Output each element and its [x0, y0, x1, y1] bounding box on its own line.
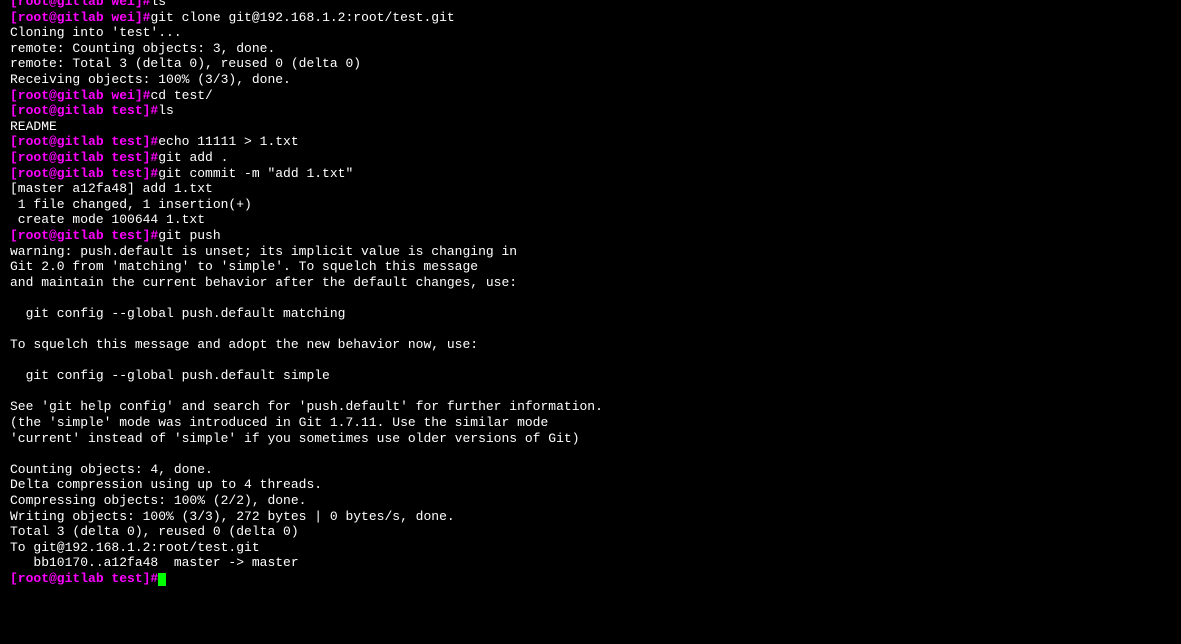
terminal-line: (the 'simple' mode was introduced in Git… — [10, 415, 1171, 431]
terminal-line: See 'git help config' and search for 'pu… — [10, 399, 1171, 415]
terminal-line: [master a12fa48] add 1.txt — [10, 181, 1171, 197]
output-text: remote: Total 3 (delta 0), reused 0 (del… — [10, 56, 361, 71]
cursor-icon — [158, 573, 166, 586]
terminal-line: 'current' instead of 'simple' if you som… — [10, 431, 1171, 447]
terminal-line: remote: Total 3 (delta 0), reused 0 (del… — [10, 56, 1171, 72]
terminal-line: and maintain the current behavior after … — [10, 275, 1171, 291]
terminal-line: 1 file changed, 1 insertion(+) — [10, 197, 1171, 213]
shell-prompt: [root@gitlab test]# — [10, 228, 158, 243]
command-text: ls — [158, 103, 174, 118]
command-text: git commit -m "add 1.txt" — [158, 166, 353, 181]
output-text: and maintain the current behavior after … — [10, 275, 517, 290]
command-text: cd test/ — [150, 88, 212, 103]
command-text: git clone git@192.168.1.2:root/test.git — [150, 10, 454, 25]
output-text: README — [10, 119, 57, 134]
shell-prompt: [root@gitlab wei]# — [10, 10, 150, 25]
terminal-line — [10, 321, 1171, 337]
terminal-line — [10, 384, 1171, 400]
terminal-line — [10, 290, 1171, 306]
output-text: warning: push.default is unset; its impl… — [10, 244, 517, 259]
terminal-output[interactable]: [root@gitlab wei]#ls[root@gitlab wei]#gi… — [10, 0, 1171, 587]
terminal-line: [root@gitlab test]#echo 11111 > 1.txt — [10, 134, 1171, 150]
output-text: remote: Counting objects: 3, done. — [10, 41, 275, 56]
output-text: See 'git help config' and search for 'pu… — [10, 399, 603, 414]
command-text: git add . — [158, 150, 228, 165]
shell-prompt: [root@gitlab test]# — [10, 166, 158, 181]
output-text: bb10170..a12fa48 master -> master — [10, 555, 299, 570]
output-text: 'current' instead of 'simple' if you som… — [10, 431, 580, 446]
terminal-line: README — [10, 119, 1171, 135]
output-text: create mode 100644 1.txt — [10, 212, 205, 227]
terminal-line: warning: push.default is unset; its impl… — [10, 244, 1171, 260]
terminal-line: git config --global push.default simple — [10, 368, 1171, 384]
terminal-line: Compressing objects: 100% (2/2), done. — [10, 493, 1171, 509]
output-text: 1 file changed, 1 insertion(+) — [10, 197, 252, 212]
output-text: Cloning into 'test'... — [10, 25, 182, 40]
shell-prompt: [root@gitlab wei]# — [10, 0, 150, 9]
output-text: To git@192.168.1.2:root/test.git — [10, 540, 260, 555]
terminal-line: create mode 100644 1.txt — [10, 212, 1171, 228]
terminal-line: [root@gitlab test]#git commit -m "add 1.… — [10, 166, 1171, 182]
shell-prompt: [root@gitlab test]# — [10, 571, 158, 586]
output-text: Delta compression using up to 4 threads. — [10, 477, 322, 492]
terminal-line: Writing objects: 100% (3/3), 272 bytes |… — [10, 509, 1171, 525]
terminal-line: To squelch this message and adopt the ne… — [10, 337, 1171, 353]
terminal-line: Total 3 (delta 0), reused 0 (delta 0) — [10, 524, 1171, 540]
output-text: Writing objects: 100% (3/3), 272 bytes |… — [10, 509, 455, 524]
terminal-line: [root@gitlab test]#ls — [10, 103, 1171, 119]
output-text: Counting objects: 4, done. — [10, 462, 213, 477]
terminal-line: [root@gitlab wei]#ls — [10, 0, 1171, 10]
output-text: Compressing objects: 100% (2/2), done. — [10, 493, 306, 508]
terminal-line: bb10170..a12fa48 master -> master — [10, 555, 1171, 571]
terminal-line: [root@gitlab test]# — [10, 571, 1171, 587]
terminal-line: git config --global push.default matchin… — [10, 306, 1171, 322]
output-text: Receiving objects: 100% (3/3), done. — [10, 72, 291, 87]
output-text: Git 2.0 from 'matching' to 'simple'. To … — [10, 259, 478, 274]
terminal-line: [root@gitlab test]#git push — [10, 228, 1171, 244]
command-text: ls — [150, 0, 166, 9]
output-text: Total 3 (delta 0), reused 0 (delta 0) — [10, 524, 299, 539]
output-text: [master a12fa48] add 1.txt — [10, 181, 213, 196]
terminal-line: remote: Counting objects: 3, done. — [10, 41, 1171, 57]
output-text: git config --global push.default simple — [10, 368, 330, 383]
terminal-line: [root@gitlab test]#git add . — [10, 150, 1171, 166]
terminal-line: To git@192.168.1.2:root/test.git — [10, 540, 1171, 556]
command-text: git push — [158, 228, 220, 243]
terminal-line: [root@gitlab wei]#git clone git@192.168.… — [10, 10, 1171, 26]
terminal-line: Git 2.0 from 'matching' to 'simple'. To … — [10, 259, 1171, 275]
command-text: echo 11111 > 1.txt — [158, 134, 298, 149]
output-text: To squelch this message and adopt the ne… — [10, 337, 478, 352]
terminal-line: [root@gitlab wei]#cd test/ — [10, 88, 1171, 104]
terminal-line: Receiving objects: 100% (3/3), done. — [10, 72, 1171, 88]
shell-prompt: [root@gitlab test]# — [10, 150, 158, 165]
terminal-line: Counting objects: 4, done. — [10, 462, 1171, 478]
shell-prompt: [root@gitlab wei]# — [10, 88, 150, 103]
terminal-line: Cloning into 'test'... — [10, 25, 1171, 41]
output-text: (the 'simple' mode was introduced in Git… — [10, 415, 548, 430]
shell-prompt: [root@gitlab test]# — [10, 134, 158, 149]
shell-prompt: [root@gitlab test]# — [10, 103, 158, 118]
terminal-line: Delta compression using up to 4 threads. — [10, 477, 1171, 493]
terminal-line — [10, 353, 1171, 369]
terminal-line — [10, 446, 1171, 462]
output-text: git config --global push.default matchin… — [10, 306, 345, 321]
